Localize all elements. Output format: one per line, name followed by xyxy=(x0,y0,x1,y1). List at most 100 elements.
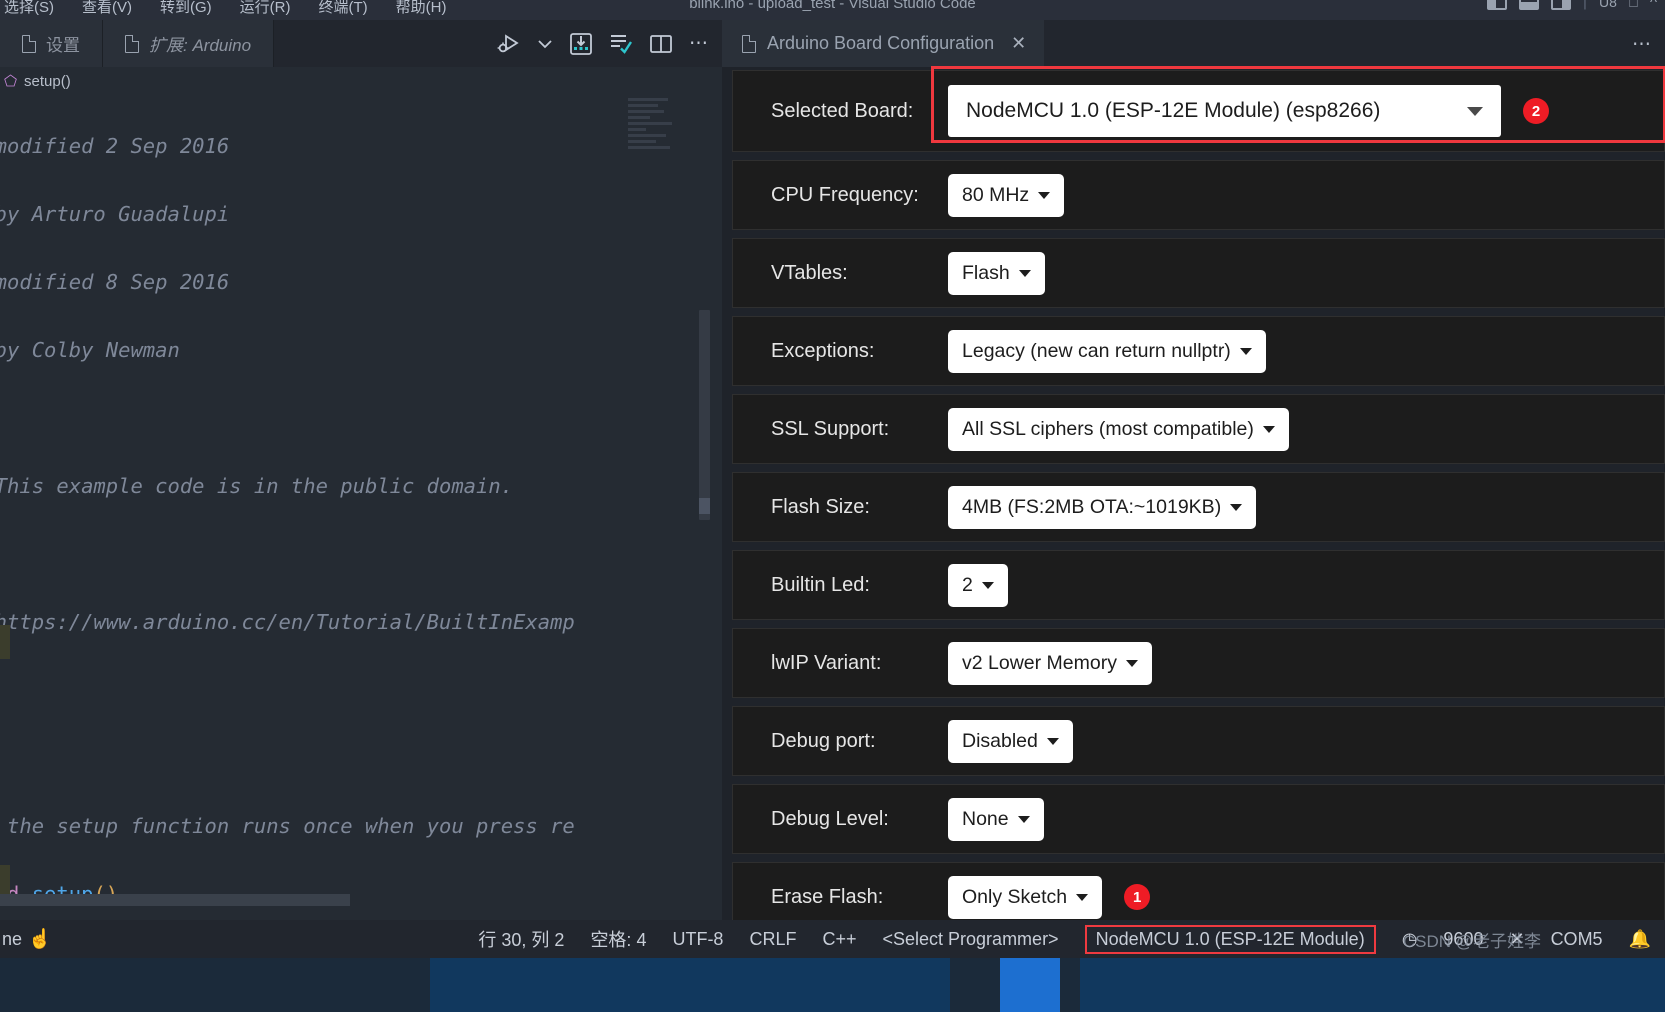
board-config-tab-bar: Arduino Board Configuration ✕ ⋯ xyxy=(722,20,1665,67)
config-row-selected-board: Selected Board: NodeMCU 1.0 (ESP-12E Mod… xyxy=(732,66,1665,152)
config-row-exceptions: Exceptions: Legacy (new can return nullp… xyxy=(732,316,1665,386)
symbol-method-icon: ⬠ xyxy=(4,73,18,90)
window-controls[interactable]: | U8 ⎕ ^ xyxy=(1486,0,1657,11)
tab-arduino-board-configuration[interactable]: Arduino Board Configuration ✕ xyxy=(722,20,1045,67)
row-label: Exceptions: xyxy=(771,339,875,362)
config-row-ssl-support: SSL Support: All SSL ciphers (most compa… xyxy=(732,394,1665,464)
chevron-down-icon xyxy=(981,581,994,589)
status-indentation[interactable]: 空格: 4 xyxy=(590,926,646,952)
config-row-lwip-variant: lwIP Variant: v2 Lower Memory xyxy=(732,628,1665,698)
status-serial-port[interactable]: COM5 xyxy=(1551,929,1603,950)
chevron-down-icon[interactable] xyxy=(537,38,553,50)
close-icon[interactable]: ✕ xyxy=(1011,33,1026,54)
board-config-list: Selected Board: NodeMCU 1.0 (ESP-12E Mod… xyxy=(732,66,1665,940)
notifications-icon[interactable]: 🔔 xyxy=(1629,929,1651,950)
customize-layout-icon[interactable]: ⎕ xyxy=(1629,0,1638,11)
more-actions-icon[interactable]: ⋯ xyxy=(1632,33,1651,56)
split-editor-icon[interactable] xyxy=(649,34,673,54)
cpu-frequency-dropdown[interactable]: 80 MHz xyxy=(948,173,1065,217)
toggle-secondary-sidebar-icon[interactable] xyxy=(1550,0,1571,10)
status-bar-left[interactable]: ne ☝ xyxy=(0,927,52,951)
u8-indicator: U8 xyxy=(1599,0,1617,10)
title-bar: 选择(S) 查看(V) 转到(G) 运行(R) 终端(T) 帮助(H) blin… xyxy=(0,0,1665,20)
dropdown-value: Disabled xyxy=(962,729,1038,752)
file-icon xyxy=(22,34,36,53)
tab-label: Arduino Board Configuration xyxy=(767,33,995,53)
pointing-hand-icon: ☝ xyxy=(28,929,52,950)
arduino-upload-icon[interactable] xyxy=(569,32,593,56)
config-row-debug-level: Debug Level: None xyxy=(732,784,1665,854)
builtin-led-dropdown[interactable]: 2 xyxy=(948,563,1008,607)
board-config-panel: Arduino Board Configuration ✕ ⋯ Selected… xyxy=(722,20,1665,932)
lwip-variant-dropdown[interactable]: v2 Lower Memory xyxy=(948,641,1152,685)
dropdown-value: 4MB (FS:2MB OTA:~1019KB) xyxy=(962,495,1222,518)
exceptions-dropdown[interactable]: Legacy (new can return nullptr) xyxy=(948,329,1266,373)
tab-extension-arduino[interactable]: 扩展: Arduino xyxy=(103,20,275,67)
breadcrumb-label: setup() xyxy=(24,72,71,90)
dropdown-value: 80 MHz xyxy=(962,183,1030,206)
status-encoding[interactable]: UTF-8 xyxy=(672,929,723,950)
arduino-verify-icon[interactable] xyxy=(609,33,633,55)
row-label: Debug port: xyxy=(771,729,876,752)
status-eol[interactable]: CRLF xyxy=(749,929,796,950)
chevron-down-icon xyxy=(1230,503,1243,511)
minimap[interactable] xyxy=(628,98,674,228)
flash-size-dropdown[interactable]: 4MB (FS:2MB OTA:~1019KB) xyxy=(948,485,1257,529)
editor-actions: ⋯ xyxy=(497,20,722,67)
config-row-flash-size: Flash Size: 4MB (FS:2MB OTA:~1019KB) xyxy=(732,472,1665,542)
tab-label: 扩展: Arduino xyxy=(149,36,252,55)
erase-flash-dropdown[interactable]: Only Sketch xyxy=(948,875,1103,919)
editor-horizontal-scrollbar[interactable] xyxy=(0,894,350,906)
gutter-highlight xyxy=(0,625,10,659)
row-label: lwIP Variant: xyxy=(771,651,882,674)
row-label: Debug Level: xyxy=(771,807,889,830)
vtables-dropdown[interactable]: Flash xyxy=(948,251,1045,295)
toggle-panel-icon[interactable] xyxy=(1518,0,1539,10)
tab-label: 设置 xyxy=(46,36,80,55)
remote-indicator-label[interactable]: ne xyxy=(2,929,22,950)
status-selected-board[interactable]: NodeMCU 1.0 (ESP-12E Module) xyxy=(1084,924,1376,954)
tab-bar-filler xyxy=(274,20,497,67)
editor-tab-bar: 设置 扩展: Arduino ⋯ xyxy=(0,20,722,67)
chevron-down-icon xyxy=(1017,815,1030,823)
code-editor[interactable]: modified 2 Sep 2016 by Arturo Guadalupi … xyxy=(0,95,660,925)
code-line: by Arturo Guadalupi xyxy=(0,202,230,226)
selected-board-value: NodeMCU 1.0 (ESP-12E Module) (esp8266) xyxy=(966,99,1381,122)
editor-scrollbar-thumb[interactable] xyxy=(699,310,710,520)
chevron-down-icon xyxy=(1046,737,1059,745)
chevron-down-icon xyxy=(1467,106,1483,116)
chevron-up-icon[interactable]: ^ xyxy=(1650,0,1657,11)
toggle-primary-sidebar-icon[interactable] xyxy=(1486,0,1507,10)
row-label: Erase Flash: xyxy=(771,885,884,908)
row-label: CPU Frequency: xyxy=(771,183,919,206)
code-line: // the setup function runs once when you… xyxy=(0,814,575,838)
status-language-mode[interactable]: C++ xyxy=(822,929,856,950)
debug-level-dropdown[interactable]: None xyxy=(948,797,1044,841)
more-actions-icon[interactable]: ⋯ xyxy=(689,34,708,53)
annotation-badge-2: 2 xyxy=(1523,98,1549,124)
row-label: Selected Board: xyxy=(771,99,914,122)
config-row-debug-port: Debug port: Disabled xyxy=(732,706,1665,776)
chevron-down-icon xyxy=(1076,893,1089,901)
selected-board-dropdown[interactable]: NodeMCU 1.0 (ESP-12E Module) (esp8266) xyxy=(948,85,1501,137)
breadcrumb[interactable]: ⬠ setup() xyxy=(0,67,71,95)
code-line: https://www.arduino.cc/en/Tutorial/Built… xyxy=(0,610,575,634)
divider: | xyxy=(1582,0,1588,10)
tab-settings[interactable]: 设置 xyxy=(0,20,103,67)
status-bar: ne ☝ 行 30, 列 2 空格: 4 UTF-8 CRLF C++ <Sel… xyxy=(0,920,1665,958)
code-line: by Colby Newman xyxy=(0,338,180,362)
debug-port-dropdown[interactable]: Disabled xyxy=(948,719,1073,763)
ssl-support-dropdown[interactable]: All SSL ciphers (most compatible) xyxy=(948,407,1289,451)
editor-scrollbar-marker[interactable] xyxy=(699,498,710,514)
code-line: modified 8 Sep 2016 xyxy=(0,270,230,294)
window-title: blink.ino - upload_test - Visual Studio … xyxy=(689,0,976,12)
chevron-down-icon xyxy=(1038,191,1051,199)
editor-group: 设置 扩展: Arduino ⋯ ⬠ setup() modified 2 Se… xyxy=(0,20,722,920)
chevron-down-icon xyxy=(1239,347,1252,355)
status-select-programmer[interactable]: <Select Programmer> xyxy=(883,929,1059,950)
annotation-badge-1: 1 xyxy=(1124,884,1151,910)
status-cursor-position[interactable]: 行 30, 列 2 xyxy=(478,926,564,952)
code-line: modified 2 Sep 2016 xyxy=(0,134,230,158)
run-debug-icon[interactable] xyxy=(497,33,521,55)
watermark: CSDN @老子姓李 xyxy=(1402,931,1541,951)
